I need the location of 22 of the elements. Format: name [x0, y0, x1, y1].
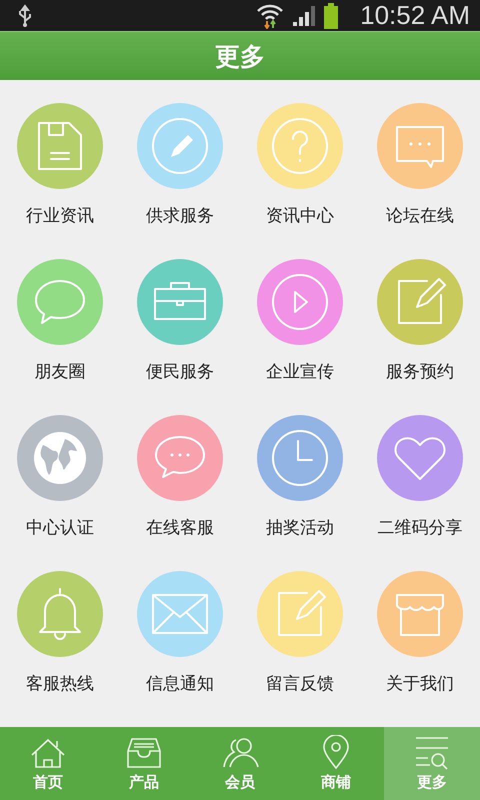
menu-label[interactable]: 朋友圈: [34, 360, 86, 383]
menu-label[interactable]: 企业宣传: [266, 360, 334, 383]
battery-icon: [324, 2, 338, 28]
page-title: 更多: [215, 40, 265, 72]
menu-label[interactable]: 客服热线: [26, 672, 94, 695]
signal-icon: [292, 4, 316, 26]
usb-icon: [18, 4, 32, 28]
menu-label[interactable]: 关于我们: [386, 672, 454, 695]
menu-label[interactable]: 中心认证: [26, 516, 94, 539]
menu-label[interactable]: 信息通知: [146, 672, 214, 695]
menu-label[interactable]: 便民服务: [146, 360, 214, 383]
menu-label[interactable]: 供求服务: [146, 204, 214, 227]
menu-label[interactable]: 二维码分享: [378, 516, 462, 539]
menu-label[interactable]: 论坛在线: [386, 204, 454, 227]
clock-time: 10:52 AM: [360, 0, 470, 31]
menu-label[interactable]: 抽奖活动: [266, 516, 334, 539]
menu-label[interactable]: 在线客服: [146, 516, 214, 539]
wifi-icon: [256, 2, 284, 28]
menu-label[interactable]: 服务预约: [386, 360, 454, 383]
menu-label[interactable]: 留言反馈: [266, 672, 334, 695]
menu-label[interactable]: 行业资讯: [26, 204, 94, 227]
menu-label[interactable]: 资讯中心: [266, 204, 334, 227]
